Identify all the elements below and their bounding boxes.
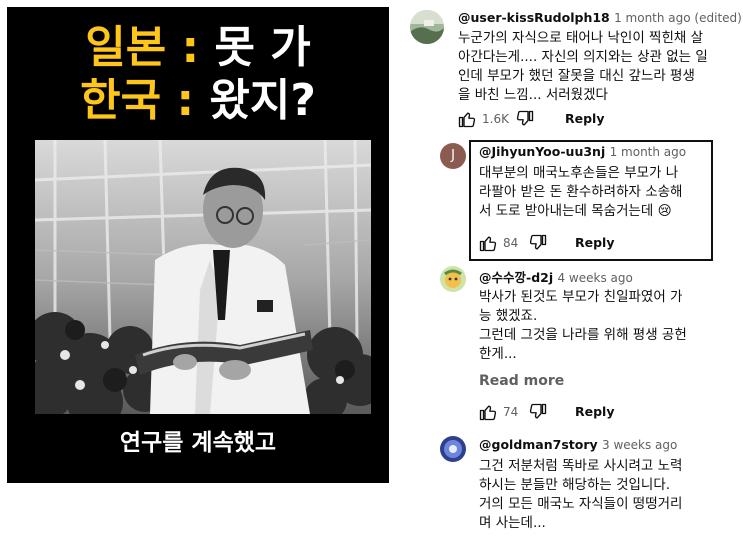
comment-4: @goldman7story 3 weeks ago 그건 저분처럼 똑바로 사… xyxy=(440,436,730,541)
letter-avatar-icon[interactable]: J xyxy=(440,143,466,169)
video-thumbnail[interactable]: 일본 : 못 가 한국 : 왔지? 연구를 계속했고 xyxy=(7,7,389,483)
comment-text-line: 누군가의 자식으로 태어나 낙인이 찍힌채 살 xyxy=(458,30,704,46)
comment-author[interactable]: @JihyunYoo-uu3nj 1 month ago xyxy=(479,144,686,159)
author-handle[interactable]: @수수깡-d2j xyxy=(479,270,553,285)
dislike-button[interactable] xyxy=(529,403,547,421)
author-handle[interactable]: @user-kissRudolph18 xyxy=(458,10,610,25)
title-separator: : xyxy=(161,75,210,126)
thumbs-down-icon xyxy=(516,110,534,126)
thumbs-down-icon xyxy=(529,403,547,419)
thumbnail-title-line-2: 한국 : 왔지? xyxy=(7,75,389,127)
comment-text-line: 라팔아 받은 돈 환수하려하자 소송해 xyxy=(479,184,683,200)
comment-author[interactable]: @user-kissRudolph18 1 month ago (edited) xyxy=(458,10,742,25)
comment-text-line: 한게... xyxy=(479,346,517,362)
thumbnail-caption: 연구를 계속했고 xyxy=(119,430,277,456)
comment-timestamp[interactable]: 4 weeks ago xyxy=(557,271,632,285)
comment-actions: 1.6K Reply xyxy=(458,110,658,130)
comment-text: 박사가 된것도 부모가 친일파였어 가 능 했겠죠. 그런데 그것을 나라를 위… xyxy=(479,288,687,364)
like-button[interactable]: 74 xyxy=(479,403,518,421)
like-count: 74 xyxy=(503,405,519,419)
comment-1: @user-kissRudolph18 1 month ago (edited)… xyxy=(410,8,742,133)
comment-text-line: 하시는 분들만 해당하는 것입니다. xyxy=(479,477,671,493)
like-button[interactable]: 1.6K xyxy=(458,110,509,128)
like-count: 1.6K xyxy=(482,112,509,126)
comment-text: 그건 저분처럼 똑바로 사시려고 노력 하시는 분들만 해당하는 것입니다. 거… xyxy=(479,457,682,533)
comment-text: 누군가의 자식으로 태어나 낙인이 찍힌채 살 아간다는게.... 자신의 의지… xyxy=(458,29,708,105)
comment-text-line: 박사가 된것도 부모가 친일파였어 가 xyxy=(479,289,683,305)
title-word-korea: 한국 xyxy=(80,75,162,126)
comment-text-line: 을 바친 느낌... 서러웠겠다 xyxy=(458,87,608,103)
greenhouse-scientist-image xyxy=(35,140,371,414)
title-word-japan: 일본 xyxy=(85,22,167,73)
title-separator: : xyxy=(166,22,215,73)
comment-text-line: 그건 저분처럼 똑바로 사시려고 노력 xyxy=(479,458,683,474)
comment-author[interactable]: @수수깡-d2j 4 weeks ago xyxy=(479,267,633,286)
blue-avatar-icon[interactable] xyxy=(440,436,466,462)
thumbs-up-icon xyxy=(479,236,497,252)
like-button[interactable]: 84 xyxy=(479,234,518,252)
comment-2: J @JihyunYoo-uu3nj 1 month ago 대부분의 매국노후… xyxy=(440,143,710,258)
comment-text-line: 거의 모든 매국노 자식들이 떵떵거리 xyxy=(479,496,683,512)
thumbnail-title-line-1: 일본 : 못 가 xyxy=(7,22,389,74)
dislike-button[interactable] xyxy=(516,110,534,128)
like-count: 84 xyxy=(503,236,519,250)
comment-text-line: 며 사는데... xyxy=(479,515,546,531)
thumbs-up-icon xyxy=(479,405,497,421)
reply-button[interactable]: Reply xyxy=(565,111,604,126)
reply-button[interactable]: Reply xyxy=(575,235,614,250)
character-avatar-icon[interactable] xyxy=(440,266,466,292)
comment-actions: 84 Reply xyxy=(479,234,679,254)
dislike-button[interactable] xyxy=(529,234,547,252)
comment-3: @수수깡-d2j 4 weeks ago 박사가 된것도 부모가 친일파였어 가… xyxy=(440,266,730,426)
comment-timestamp[interactable]: 3 weeks ago xyxy=(602,438,677,452)
comment-actions: 74 Reply xyxy=(479,403,679,423)
reply-button[interactable]: Reply xyxy=(575,404,614,419)
comment-text-line: 인데 부모가 했던 잘못을 대신 갚느라 평생 xyxy=(458,68,695,84)
title-word-came: 왔지? xyxy=(209,75,316,126)
comment-timestamp[interactable]: 1 month ago (edited) xyxy=(614,11,742,25)
landscape-avatar-icon[interactable] xyxy=(410,10,444,44)
scientist-photo xyxy=(35,140,371,414)
comment-text-line: 서 도로 받아내는데 목숨거는데 😢 xyxy=(479,203,672,219)
author-handle[interactable]: @JihyunYoo-uu3nj xyxy=(479,144,605,159)
comment-text-line: 능 했겠죠. xyxy=(479,308,538,324)
thumbs-up-icon xyxy=(458,112,476,128)
thumbs-down-icon xyxy=(529,234,547,250)
comment-author[interactable]: @goldman7story 3 weeks ago xyxy=(479,437,677,452)
read-more-link[interactable]: Read more xyxy=(479,373,564,389)
comment-text-line: 아간다는게.... 자신의 의지와는 상관 없는 일 xyxy=(458,49,708,65)
comment-text: 대부분의 매국노후손들은 부모가 나 라팔아 받은 돈 환수하려하자 소송해 서… xyxy=(479,164,682,221)
author-handle[interactable]: @goldman7story xyxy=(479,437,598,452)
comment-text-line: 대부분의 매국노후손들은 부모가 나 xyxy=(479,165,679,181)
comment-timestamp[interactable]: 1 month ago xyxy=(610,145,687,159)
title-word-cannot-go: 못 가 xyxy=(214,22,311,73)
avatar-letter: J xyxy=(451,148,455,163)
comment-text-line: 그런데 그것을 나라를 위해 평생 공헌 xyxy=(479,327,687,343)
